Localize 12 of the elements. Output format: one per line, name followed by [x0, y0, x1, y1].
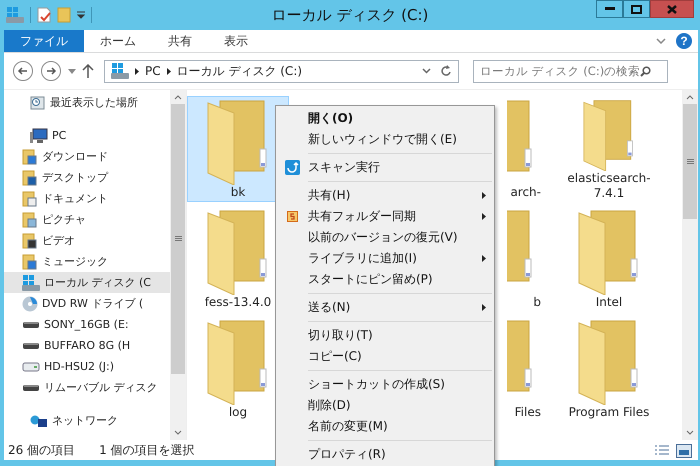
folder-name: Files — [514, 405, 541, 420]
item-count: 26 個の項目 — [8, 442, 76, 459]
window-title: ローカル ディスク (C:) — [272, 6, 428, 24]
folder-name: elasticsearch-7.4.1 — [566, 171, 652, 201]
folder-name: fess-13.4.0 — [204, 295, 272, 310]
folder-name: arch- — [510, 185, 541, 200]
selection-count: 1 個の項目を選択 — [99, 442, 195, 459]
folder-name: log — [228, 405, 248, 420]
folder-name: Program Files — [568, 405, 650, 420]
folder-name: bk — [230, 185, 246, 200]
folder-name: b — [533, 295, 541, 310]
folder-name: Intel — [594, 295, 624, 310]
